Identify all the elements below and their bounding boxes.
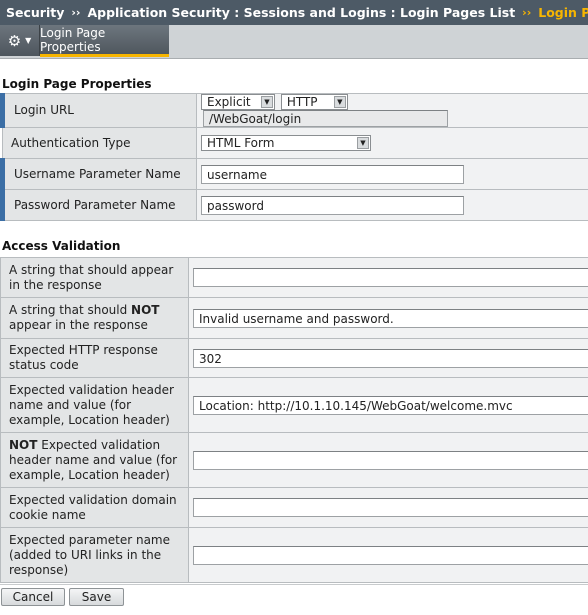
username-param-input[interactable]: username [201, 165, 464, 184]
password-param-input[interactable]: password [201, 196, 464, 215]
cancel-button[interactable]: Cancel [1, 588, 65, 606]
login-url-label: Login URL [3, 94, 197, 128]
parameter-name-input[interactable] [193, 546, 588, 565]
password-param-row: Password Parameter Name password [3, 190, 588, 221]
access-row-label: Expected parameter name (added to URI li… [1, 528, 189, 583]
must-appear-string-input[interactable] [193, 268, 588, 287]
tab-strip: ⚙ ▼ Login Page Properties [0, 25, 588, 59]
login-url-row: Login URL Explicit ▼ HTTP ▼ /WebGoat/log… [3, 94, 588, 128]
access-row-label: A string that should NOT appear in the r… [1, 298, 189, 339]
auth-type-select[interactable]: HTML Form ▼ [201, 135, 371, 151]
status-code-input[interactable]: 302 [193, 349, 588, 368]
auth-type-row: Authentication Type HTML Form ▼ [3, 128, 588, 159]
chevron-down-icon: ▼ [25, 36, 31, 45]
username-param-row: Username Parameter Name username [3, 159, 588, 190]
chevron-down-icon: ▼ [357, 137, 369, 149]
access-validation-title: Access Validation [2, 239, 120, 253]
button-bar: Cancel Save [0, 584, 588, 615]
login-properties-title: Login Page Properties [2, 77, 152, 91]
access-row-label: Expected validation domain cookie name [1, 488, 189, 528]
auth-type-label: Authentication Type [3, 128, 197, 159]
access-row: A string that should appear in the respo… [1, 258, 588, 298]
gear-icon: ⚙ [8, 32, 21, 50]
access-row: Expected validation header name and valu… [1, 378, 588, 433]
access-row: A string that should NOT appear in the r… [1, 298, 588, 339]
tab-login-page-properties[interactable]: Login Page Properties [40, 25, 169, 57]
not-validation-header-input[interactable] [193, 451, 588, 470]
login-url-match-select[interactable]: Explicit ▼ [201, 94, 275, 110]
access-row: Expected validation domain cookie name [1, 488, 588, 528]
login-properties-table: Login URL Explicit ▼ HTTP ▼ /WebGoat/log… [0, 93, 588, 221]
breadcrumb-current-page: Login Page Properties [538, 5, 588, 20]
login-url-protocol-select[interactable]: HTTP ▼ [281, 94, 348, 110]
breadcrumb: Security ›› Application Security : Sessi… [0, 0, 588, 25]
breadcrumb-security[interactable]: Security [6, 5, 64, 20]
access-row-label: Expected validation header name and valu… [1, 378, 189, 433]
save-button[interactable]: Save [69, 588, 124, 606]
breadcrumb-login-pages-list[interactable]: Application Security : Sessions and Logi… [87, 5, 515, 20]
access-validation-table: A string that should appear in the respo… [0, 257, 588, 583]
gear-menu-button[interactable]: ⚙ ▼ [0, 25, 40, 56]
access-row-label: Expected HTTP response status code [1, 339, 189, 378]
must-not-appear-string-input[interactable]: Invalid username and password. [193, 309, 588, 328]
chevron-down-icon: ▼ [334, 96, 346, 108]
breadcrumb-separator: ›› [522, 6, 531, 19]
access-row: NOT Expected validation header name and … [1, 433, 588, 488]
access-row-label: A string that should appear in the respo… [1, 258, 189, 298]
access-row-label: NOT Expected validation header name and … [1, 433, 189, 488]
breadcrumb-separator: ›› [71, 6, 80, 19]
password-param-label: Password Parameter Name [3, 190, 197, 221]
access-row: Expected HTTP response status code 302 [1, 339, 588, 378]
access-row: Expected parameter name (added to URI li… [1, 528, 588, 583]
domain-cookie-input[interactable] [193, 498, 588, 517]
login-url-input[interactable]: /WebGoat/login [203, 110, 448, 127]
validation-header-input[interactable]: Location: http://10.1.10.145/WebGoat/wel… [193, 396, 588, 415]
username-param-label: Username Parameter Name [3, 159, 197, 190]
chevron-down-icon: ▼ [261, 96, 273, 108]
